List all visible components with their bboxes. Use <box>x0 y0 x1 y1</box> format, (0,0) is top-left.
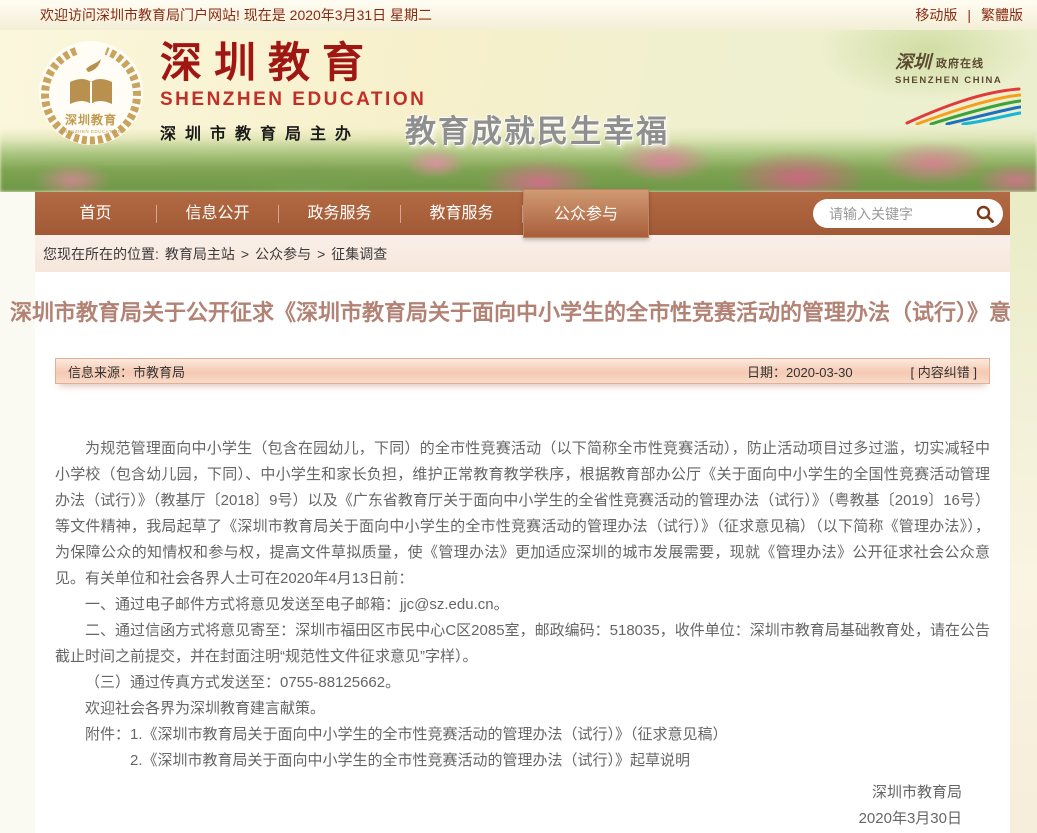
article-source: 信息来源：市教育局 <box>68 362 185 381</box>
nav-item-info-disclosure[interactable]: 信息公开 <box>157 192 278 235</box>
emblem-cn-text: 深圳教育 <box>65 112 117 127</box>
topbar-divider: | <box>967 7 971 23</box>
topbar-links: 移动版 | 繁體版 <box>915 5 1023 25</box>
gov-logo-text: 深圳 政府在线 <box>895 48 1027 74</box>
shenzhen-gov-online-logo[interactable]: 深圳 政府在线 SHENZHEN CHINA <box>895 48 1027 125</box>
header-banner: 深圳教育 SHENZHEN EDUCATION 深圳教育 SHENZHEN ED… <box>0 30 1037 192</box>
paragraph-intro: 为规范管理面向中小学生（包含在园幼儿，下同）的全市性竞赛活动（以下简称全市性竞赛… <box>55 436 990 592</box>
breadcrumb-current: 征集调查 <box>331 244 387 264</box>
gov-logo-cn: 深圳 <box>895 48 931 74</box>
paragraph-fax-channel: （三）通过传真方式发送至：0755-88125662。 <box>55 670 990 696</box>
article-date: 日期：2020-03-30 <box>747 362 853 381</box>
traditional-version-link[interactable]: 繁體版 <box>981 5 1023 25</box>
signature-org: 深圳市教育局 <box>55 780 990 806</box>
background-strip <box>1010 192 1037 833</box>
content-correction-link[interactable]: [ 内容纠错 ] <box>911 362 977 381</box>
education-emblem-icon: 深圳教育 SHENZHEN EDUCATION <box>38 40 144 146</box>
signature-date: 2020年3月30日 <box>55 806 990 832</box>
breadcrumb-prefix: 您现在所在的位置: <box>43 244 159 264</box>
paragraph-email-channel: 一、通过电子邮件方式将意见发送至电子邮箱：jjc@sz.edu.cn。 <box>55 592 990 618</box>
article-meta-right: 日期：2020-03-30 [ 内容纠错 ] <box>747 362 977 381</box>
site-logo-text: 深圳教育 SHENZHEN EDUCATION 深圳市教育局主办 <box>160 42 426 144</box>
site-logo[interactable]: 深圳教育 SHENZHEN EDUCATION 深圳教育 SHENZHEN ED… <box>38 40 426 146</box>
breadcrumb-separator: > <box>317 246 325 262</box>
nav-item-public-participation[interactable]: 公众参与 <box>523 189 649 238</box>
search-box <box>813 199 1003 228</box>
paragraph-mail-channel: 二、通过信函方式将意见寄至：深圳市福田区市民中心C区2085室，邮政编码：518… <box>55 618 990 670</box>
site-title: 深圳教育 <box>160 42 426 86</box>
article-meta-bar: 信息来源：市教育局 日期：2020-03-30 [ 内容纠错 ] <box>55 358 990 384</box>
site-title-en: SHENZHEN EDUCATION <box>160 89 426 111</box>
search-button[interactable] <box>975 204 995 224</box>
breadcrumb-separator: > <box>241 246 249 262</box>
main-nav: 首页 信息公开 政务服务 教育服务 公众参与 <box>35 192 1010 235</box>
main-column: 首页 信息公开 政务服务 教育服务 公众参与 您现在所在的位置: 教育局主站 >… <box>35 192 1010 833</box>
topbar: 欢迎访问深圳市教育局门户网站! 现在是 2020年3月31日 星期二 移动版 |… <box>0 0 1037 30</box>
paragraph-attachment-2: 2.《深圳市教育局关于面向中小学生的全市性竞赛活动的管理办法（试行）》起草说明 <box>55 748 990 774</box>
search-icon <box>975 204 995 224</box>
breadcrumb-link-main-site[interactable]: 教育局主站 <box>165 244 235 264</box>
mobile-version-link[interactable]: 移动版 <box>915 5 957 25</box>
emblem-en-text: SHENZHEN EDUCATION <box>60 129 121 134</box>
breadcrumb-link-public-participation[interactable]: 公众参与 <box>255 244 311 264</box>
article-body: 为规范管理面向中小学生（包含在园幼儿，下同）的全市性竞赛活动（以下简称全市性竞赛… <box>55 436 990 774</box>
welcome-text: 欢迎访问深圳市教育局门户网站! 现在是 2020年3月31日 星期二 <box>40 5 432 25</box>
site-host-label: 深圳市教育局主办 <box>160 120 426 144</box>
rainbow-wing-icon <box>905 87 1021 125</box>
article: 深圳市教育局关于公开征求《深圳市教育局关于面向中小学生的全市性竞赛活动的管理办法… <box>35 272 1010 832</box>
gov-logo-cn2: 政府在线 <box>936 55 984 74</box>
gov-logo-en: SHENZHEN CHINA <box>895 75 1027 86</box>
nav-item-home[interactable]: 首页 <box>35 192 156 235</box>
paragraph-attachment-1: 附件：1.《深圳市教育局关于面向中小学生的全市性竞赛活动的管理办法（试行）》（征… <box>55 722 990 748</box>
article-title: 深圳市教育局关于公开征求《深圳市教育局关于面向中小学生的全市性竞赛活动的管理办法… <box>10 298 1035 328</box>
banner-slogan: 教育成就民生幸福 <box>405 106 669 151</box>
nav-item-education-services[interactable]: 教育服务 <box>401 192 522 235</box>
paragraph-welcome: 欢迎社会各界为深圳教育建言献策。 <box>55 696 990 722</box>
search-input[interactable] <box>827 205 975 223</box>
breadcrumb: 您现在所在的位置: 教育局主站 > 公众参与 > 征集调查 <box>35 235 1010 272</box>
nav-item-gov-services[interactable]: 政务服务 <box>279 192 400 235</box>
